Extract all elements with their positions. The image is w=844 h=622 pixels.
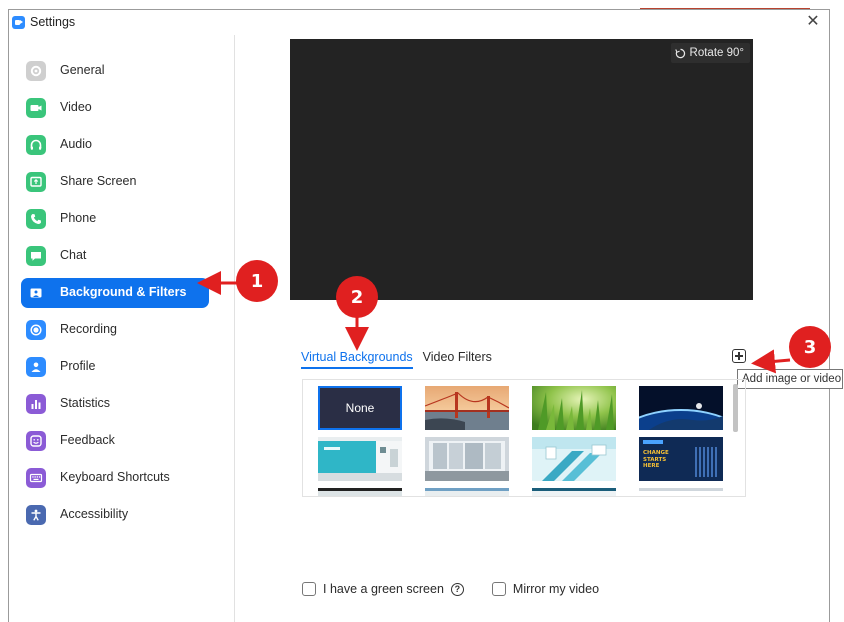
- sidebar-item-audio[interactable]: Audio: [21, 130, 209, 160]
- sidebar-item-accessibility[interactable]: Accessibility: [21, 500, 209, 530]
- add-tooltip: Add image or video: [737, 369, 843, 389]
- sidebar-item-general[interactable]: General: [21, 56, 209, 86]
- thumb-golden-gate-bridge[interactable]: [425, 386, 509, 430]
- gear-icon: [26, 61, 46, 81]
- keyboard-icon: [26, 468, 46, 488]
- background-tabs: Virtual Backgrounds Video Filters: [301, 350, 492, 369]
- green-screen-checkbox[interactable]: [302, 582, 316, 596]
- thumb-earth-from-space[interactable]: [639, 386, 723, 430]
- thumb-partial[interactable]: [318, 488, 402, 496]
- video-camera-icon: [26, 98, 46, 118]
- sidebar-item-label: Phone: [60, 211, 97, 225]
- settings-sidebar: General Video Audio Share Screen Phone Chat Ba…: [9, 35, 235, 622]
- accessibility-icon: [26, 505, 46, 525]
- thumb-partial[interactable]: [639, 488, 723, 496]
- sidebar-item-chat[interactable]: Chat: [21, 241, 209, 271]
- sidebar-item-keyboard-shortcuts[interactable]: Keyboard Shortcuts: [21, 463, 209, 493]
- zoom-app-icon: [12, 16, 25, 29]
- sidebar-item-label: Keyboard Shortcuts: [60, 470, 170, 484]
- sidebar-item-label: Profile: [60, 359, 96, 373]
- sidebar-item-background-filters[interactable]: Background & Filters: [21, 278, 209, 308]
- chat-bubble-icon: [26, 246, 46, 266]
- mirror-video-label: Mirror my video: [512, 582, 600, 596]
- annotation-marker-1: 1: [236, 260, 278, 302]
- phone-icon: [26, 209, 46, 229]
- tab-video-filters[interactable]: Video Filters: [423, 350, 492, 369]
- green-screen-label: I have a green screen: [323, 582, 444, 596]
- mirror-video-checkbox[interactable]: [491, 582, 506, 596]
- annotation-marker-3: 3: [789, 326, 831, 368]
- bar-chart-icon: [26, 394, 46, 414]
- annotation-marker-2: 2: [336, 276, 378, 318]
- sidebar-item-label: Feedback: [60, 433, 115, 447]
- headphones-icon: [26, 135, 46, 155]
- tab-virtual-backgrounds[interactable]: Virtual Backgrounds: [301, 350, 413, 369]
- banner-logo: [643, 440, 663, 444]
- sidebar-item-label: Share Screen: [60, 174, 137, 188]
- sidebar-item-label: General: [60, 63, 105, 77]
- banner-text: CHANGE STARTS HERE: [643, 450, 669, 469]
- gallery-scrollbar[interactable]: [733, 384, 738, 432]
- thumb-glass-room[interactable]: [425, 437, 509, 481]
- thumb-escalator[interactable]: [532, 437, 616, 481]
- video-preview: Rotate 90°: [290, 39, 753, 300]
- background-gallery: None CHANGE STARTS HERE: [302, 379, 746, 497]
- sidebar-item-label: Background & Filters: [60, 285, 187, 299]
- sidebar-item-label: Chat: [60, 248, 87, 262]
- share-screen-icon: [26, 172, 46, 192]
- background-options: I have a green screen ? Mirror my video: [302, 582, 599, 596]
- sidebar-item-feedback[interactable]: Feedback: [21, 426, 209, 456]
- thumb-none-label: None: [345, 401, 375, 415]
- thumb-partial[interactable]: [425, 488, 509, 496]
- record-icon: [26, 320, 46, 340]
- help-icon[interactable]: ?: [450, 582, 464, 596]
- title-bar: Settings ✕: [9, 10, 829, 35]
- thumb-change-starts-here[interactable]: CHANGE STARTS HERE: [639, 437, 723, 481]
- sidebar-item-label: Audio: [60, 137, 92, 151]
- rotate-icon: [674, 48, 685, 58]
- sidebar-item-video[interactable]: Video: [21, 93, 209, 123]
- user-icon: [26, 357, 46, 377]
- banner-building: [695, 447, 717, 477]
- thumb-grass[interactable]: [532, 386, 616, 430]
- sidebar-item-label: Statistics: [60, 396, 111, 410]
- rotate-label: Rotate 90°: [689, 47, 744, 59]
- add-background-button[interactable]: [732, 349, 746, 363]
- sidebar-item-profile[interactable]: Profile: [21, 352, 209, 382]
- sidebar-item-share-screen[interactable]: Share Screen: [21, 167, 209, 197]
- thumb-teal-office[interactable]: [318, 437, 402, 481]
- background-icon: [26, 283, 46, 303]
- sidebar-item-label: Video: [60, 100, 92, 114]
- window-title: Settings: [30, 15, 76, 29]
- thumb-none[interactable]: None: [318, 386, 402, 430]
- sidebar-item-statistics[interactable]: Statistics: [21, 389, 209, 419]
- smiley-icon: [26, 431, 46, 451]
- sidebar-item-phone[interactable]: Phone: [21, 204, 209, 234]
- sidebar-item-label: Recording: [60, 322, 117, 336]
- thumb-partial[interactable]: [532, 488, 616, 496]
- sidebar-item-recording[interactable]: Recording: [21, 315, 209, 345]
- rotate-button[interactable]: Rotate 90°: [670, 43, 750, 63]
- sidebar-item-label: Accessibility: [60, 507, 129, 521]
- close-button[interactable]: ✕: [803, 12, 823, 32]
